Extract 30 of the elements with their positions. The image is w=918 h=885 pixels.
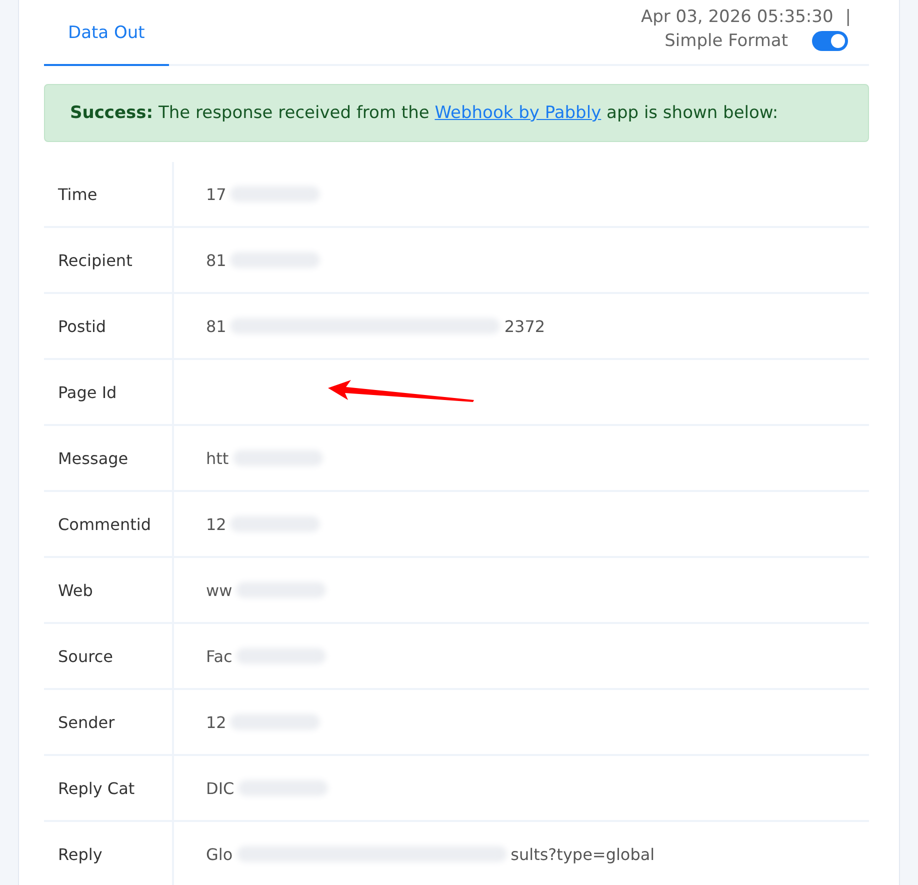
field-label: Time xyxy=(58,184,98,204)
toggle-switch[interactable] xyxy=(812,31,848,51)
field-value: 81 xyxy=(206,316,226,336)
field-value: 2372 xyxy=(504,316,546,336)
field-label: Source xyxy=(58,646,113,666)
separator: | xyxy=(845,7,851,27)
timestamp: Apr 03, 2026 05:35:30 xyxy=(640,7,834,27)
field-label: Reply xyxy=(58,844,102,864)
tab[interactable]: Data Out xyxy=(44,2,169,66)
field-label: Web xyxy=(58,580,93,600)
field-label: Reply Cat xyxy=(58,778,135,798)
field-label: Sender xyxy=(58,712,115,732)
field-value: htt xyxy=(206,448,229,468)
field-value: ww xyxy=(206,580,232,600)
alert-message: Success: The response received from the Webhook by Pabbly app is shown below: xyxy=(70,103,778,123)
field-label: Commentid xyxy=(58,514,151,534)
webhook-link[interactable]: Webhook by Pabbly xyxy=(434,103,602,123)
field-label: Postid xyxy=(58,316,106,336)
field-value: sults?type=global xyxy=(510,844,655,864)
field-value: Glo xyxy=(206,844,233,864)
field-label: Page Id xyxy=(58,382,117,402)
field-value: DIC xyxy=(206,778,234,798)
field-label: Message xyxy=(58,448,128,468)
field-value: Fac xyxy=(206,646,232,666)
field-value: 81 xyxy=(206,250,226,270)
toggle-label: Simple Format xyxy=(664,31,788,51)
field-value: 17 xyxy=(206,184,226,204)
field-label: Recipient xyxy=(58,250,132,270)
field-value: 12 xyxy=(206,514,226,534)
field-value: 12 xyxy=(206,712,226,732)
